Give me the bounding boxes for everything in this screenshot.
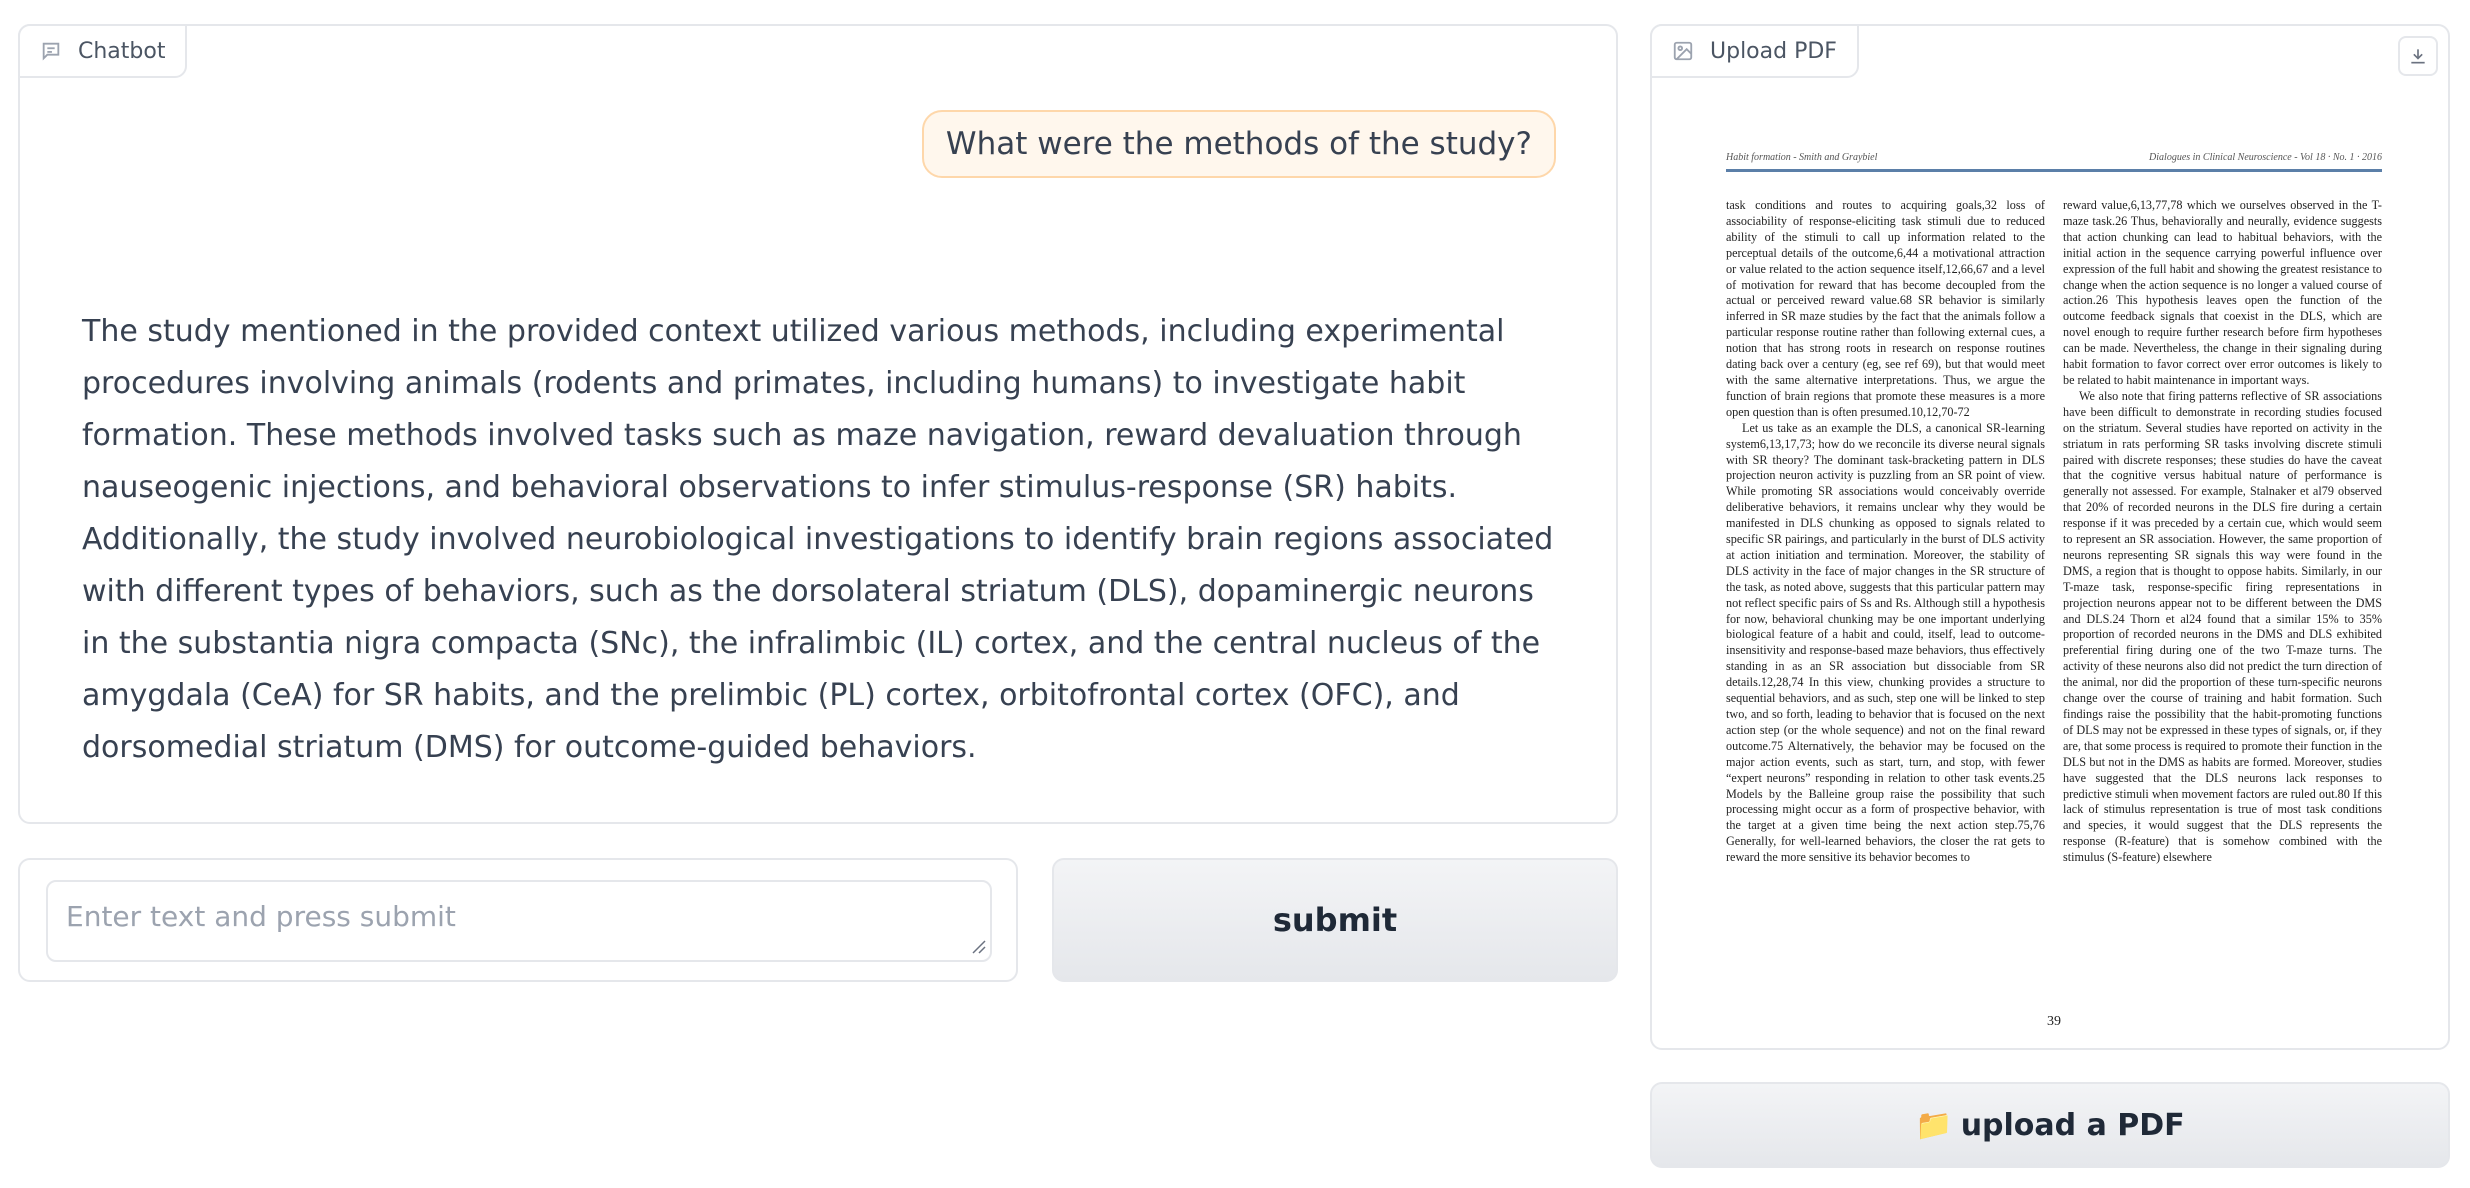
pdf-column-left: task conditions and routes to acquiring …: [1726, 198, 2045, 988]
folder-icon: 📁: [1915, 1107, 1953, 1143]
pdf-paragraph: Let us take as an example the DLS, a can…: [1726, 420, 2045, 865]
pdf-panel: Upload PDF Habit formation - Smith and G…: [1650, 24, 2450, 1050]
bot-message: The study mentioned in the provided cont…: [82, 314, 1554, 765]
submit-button[interactable]: submit: [1052, 858, 1618, 982]
upload-pdf-button-label: upload a PDF: [1960, 1107, 2185, 1143]
chatbot-panel: Chatbot What were the methods of the stu…: [18, 24, 1618, 824]
upload-pdf-label-text: Upload PDF: [1710, 38, 1837, 64]
message-input[interactable]: [46, 880, 992, 962]
pdf-page-number: 39: [2047, 1014, 2061, 1029]
pdf-paragraph: reward value,6,13,77,78 which we ourselv…: [2063, 198, 2382, 387]
pdf-page-header: Habit formation - Smith and Graybiel Dia…: [1726, 152, 2382, 172]
chatbot-label-text: Chatbot: [78, 38, 166, 64]
pdf-header-right: Dialogues in Clinical Neuroscience - Vol…: [2149, 152, 2382, 163]
pdf-header-left: Habit formation - Smith and Graybiel: [1726, 152, 1878, 163]
upload-pdf-label: Upload PDF: [1650, 24, 1859, 78]
pdf-columns: task conditions and routes to acquiring …: [1726, 198, 2382, 988]
image-icon: [1673, 41, 1693, 61]
pdf-page-preview: Habit formation - Smith and Graybiel Dia…: [1726, 152, 2382, 1032]
pdf-column-right: reward value,6,13,77,78 which we ourselv…: [2063, 198, 2382, 988]
user-message: What were the methods of the study?: [921, 110, 1556, 178]
download-icon: [2411, 49, 2425, 64]
resize-handle-icon[interactable]: [970, 938, 986, 954]
pdf-paragraph: We also note that firing patterns reflec…: [2063, 388, 2382, 865]
upload-pdf-button[interactable]: 📁 upload a PDF: [1650, 1082, 2450, 1168]
input-container: [18, 858, 1018, 982]
download-button[interactable]: [2398, 36, 2438, 76]
chat-icon: [42, 42, 60, 61]
chatbot-label: Chatbot: [18, 24, 188, 78]
pdf-paragraph: task conditions and routes to acquiring …: [1726, 198, 2045, 419]
